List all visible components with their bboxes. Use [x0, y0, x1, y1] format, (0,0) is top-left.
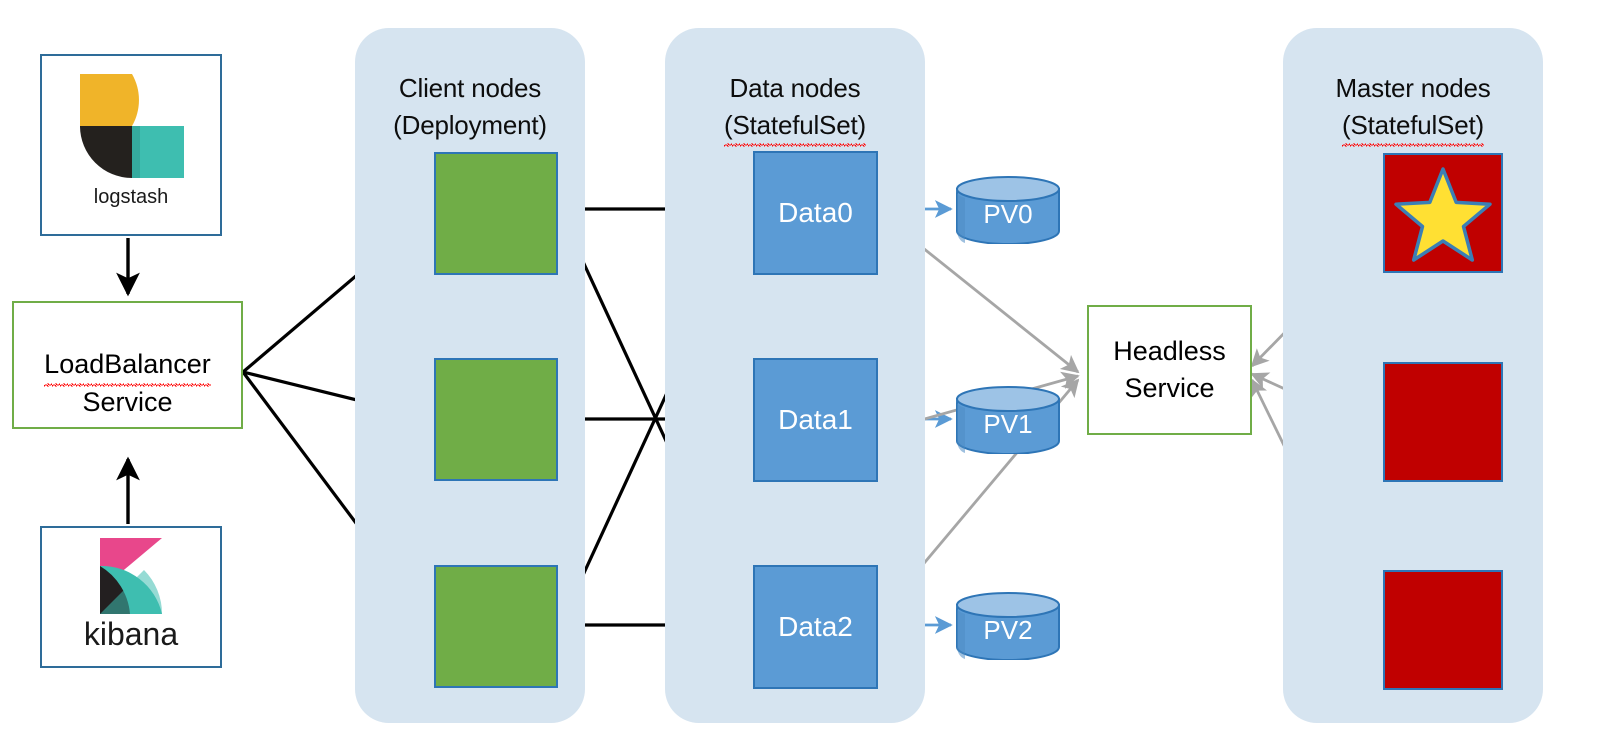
master-node-0[interactable]	[1383, 153, 1503, 273]
panel-master-nodes-title: Master nodes (StatefulSet)	[1283, 70, 1543, 147]
client-node-1[interactable]	[434, 358, 558, 481]
loadbalancer-service-box[interactable]: LoadBalancer Service	[12, 301, 243, 429]
panel-client-nodes-title-line1: Client nodes	[398, 73, 542, 103]
pv1-cylinder[interactable]: PV1	[955, 386, 1061, 455]
cylinder-shape	[956, 176, 1060, 245]
star-icon	[1394, 167, 1492, 262]
cylinder-shape	[956, 386, 1060, 455]
loadbalancer-service-label: LoadBalancer Service	[44, 309, 211, 421]
pv2-cylinder[interactable]: PV2	[955, 592, 1061, 661]
kibana-logo	[100, 538, 163, 614]
data-node-1[interactable]: Data1	[753, 358, 878, 482]
client-node-0[interactable]	[434, 152, 558, 275]
logstash-card[interactable]: logstash	[40, 54, 222, 236]
headless-service-box[interactable]: Headless Service	[1087, 305, 1252, 435]
loadbalancer-word: LoadBalancer	[44, 346, 211, 387]
kibana-caption: kibana	[83, 616, 179, 652]
logstash-caption: logstash	[93, 186, 169, 208]
panel-data-nodes-title-line1: Data nodes	[729, 73, 861, 103]
panel-data-nodes-title: Data nodes (StatefulSet)	[665, 70, 925, 147]
diagram-canvas: Client nodes (Deployment) Data nodes (Stat…	[0, 0, 1600, 740]
panel-data-nodes-title-line2: (StatefulSet)	[724, 107, 866, 147]
pv0-cylinder[interactable]: PV0	[955, 176, 1061, 245]
client-node-2[interactable]	[434, 565, 558, 688]
logstash-logo	[80, 74, 184, 178]
panel-master-nodes-title-line2: (StatefulSet)	[1342, 107, 1484, 147]
kibana-card[interactable]: kibana	[40, 526, 222, 668]
panel-client-nodes-title: Client nodes (Deployment)	[355, 70, 585, 144]
data-node-2[interactable]: Data2	[753, 565, 878, 689]
panel-client-nodes-title-line2: (Deployment)	[393, 109, 547, 140]
service-word: Service	[82, 386, 173, 417]
master-node-1[interactable]	[1383, 362, 1503, 482]
master-node-2[interactable]	[1383, 570, 1503, 690]
panel-master-nodes-title-line1: Master nodes	[1335, 73, 1491, 103]
data-node-0[interactable]: Data0	[753, 151, 878, 275]
cylinder-shape	[956, 592, 1060, 661]
